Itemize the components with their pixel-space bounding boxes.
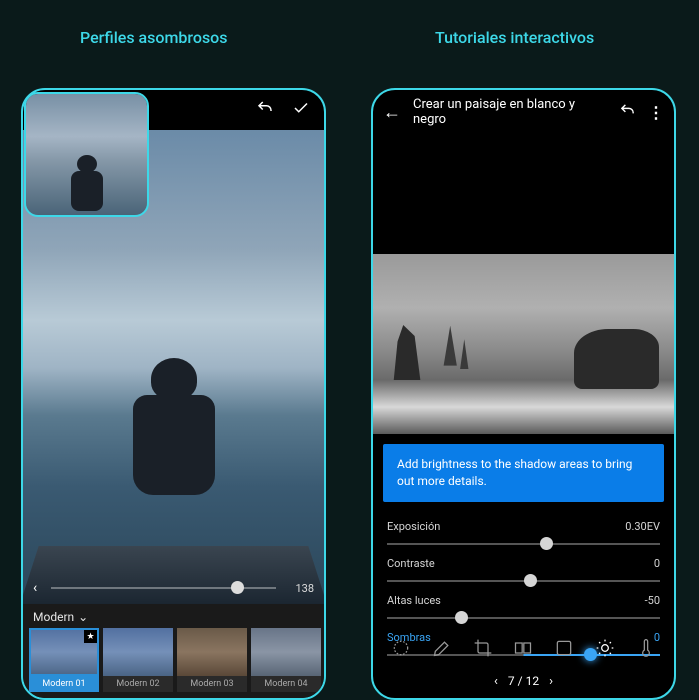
preset-panel: Modern ⌄ ★ Modern 01 Modern 02 Modern 03 … [23, 604, 324, 698]
heading-profiles: Perfiles asombrosos [80, 28, 228, 47]
preset-label: Modern 03 [177, 676, 247, 692]
heal-icon[interactable] [389, 636, 413, 660]
more-icon[interactable]: ⋮ [648, 103, 664, 122]
brush-icon[interactable] [430, 636, 454, 660]
undo-icon[interactable] [256, 99, 274, 121]
preset-item[interactable]: ★ Modern 01 [29, 628, 99, 692]
chevron-down-icon: ⌄ [78, 610, 88, 624]
tutorial-pager: ‹ 7 / 12 › [373, 670, 674, 692]
back-icon[interactable]: ← [383, 102, 401, 123]
topbar: ← Crear un paisaje en blanco y negro ⋮ [373, 90, 674, 134]
slider-thumb[interactable] [231, 581, 244, 594]
phone-mockup-right: ← Crear un paisaje en blanco y negro ⋮ A… [371, 88, 676, 700]
preset-label: Modern 04 [251, 676, 321, 692]
slider-label: Exposición [387, 520, 440, 533]
preset-item[interactable]: Modern 04 [251, 628, 321, 692]
presets-icon[interactable] [511, 636, 535, 660]
slider-track[interactable] [387, 572, 660, 590]
star-icon: ★ [84, 630, 97, 643]
preset-list: ★ Modern 01 Modern 02 Modern 03 Modern 04 [29, 628, 318, 692]
slider-exposure: Exposición 0.30EV [387, 520, 660, 553]
preset-group-name: Modern [33, 610, 74, 624]
slider-highlights: Altas luces -50 [387, 594, 660, 627]
light-icon[interactable] [593, 636, 617, 660]
heading-tutorials: Tutoriales interactivos [435, 28, 594, 47]
crop-icon[interactable] [471, 636, 495, 660]
intensity-value: 138 [282, 582, 314, 595]
pager-counter: 7 / 12 [508, 674, 539, 688]
tutorial-tooltip: Add brightness to the shadow areas to br… [383, 444, 664, 502]
tutorial-title: Crear un paisaje en blanco y negro [413, 97, 607, 127]
chevron-left-icon[interactable]: ‹ [33, 580, 51, 596]
tool-bar [373, 628, 674, 668]
undo-icon[interactable] [619, 102, 636, 123]
slider-value: 0 [654, 557, 660, 570]
person-silhouette [129, 358, 219, 498]
slider-contrast: Contraste 0 [387, 557, 660, 590]
slider-track[interactable] [387, 535, 660, 553]
bw-seascape-image [373, 254, 674, 434]
slider-thumb[interactable] [540, 537, 553, 550]
slider-thumb[interactable] [455, 611, 468, 624]
confirm-icon[interactable] [292, 99, 310, 121]
preset-label: Modern 01 [29, 676, 99, 692]
intensity-slider[interactable] [51, 587, 276, 589]
slider-track[interactable] [387, 609, 660, 627]
slider-value: 0.30EV [625, 520, 660, 533]
preset-group-dropdown[interactable]: Modern ⌄ [33, 610, 318, 624]
auto-icon[interactable] [552, 636, 576, 660]
pager-next-icon[interactable]: › [549, 674, 553, 689]
slider-value: -50 [645, 594, 660, 607]
original-thumbnail [24, 92, 149, 217]
preset-item[interactable]: Modern 03 [177, 628, 247, 692]
color-temp-icon[interactable] [634, 636, 658, 660]
preset-item[interactable]: Modern 02 [103, 628, 173, 692]
preset-label: Modern 02 [103, 676, 173, 692]
slider-label: Altas luces [387, 594, 441, 607]
slider-thumb[interactable] [524, 574, 537, 587]
intensity-slider-row: ‹ 138 [33, 574, 314, 602]
pager-prev-icon[interactable]: ‹ [494, 674, 498, 689]
slider-label: Contraste [387, 557, 435, 570]
tutorial-image-area [373, 134, 674, 434]
